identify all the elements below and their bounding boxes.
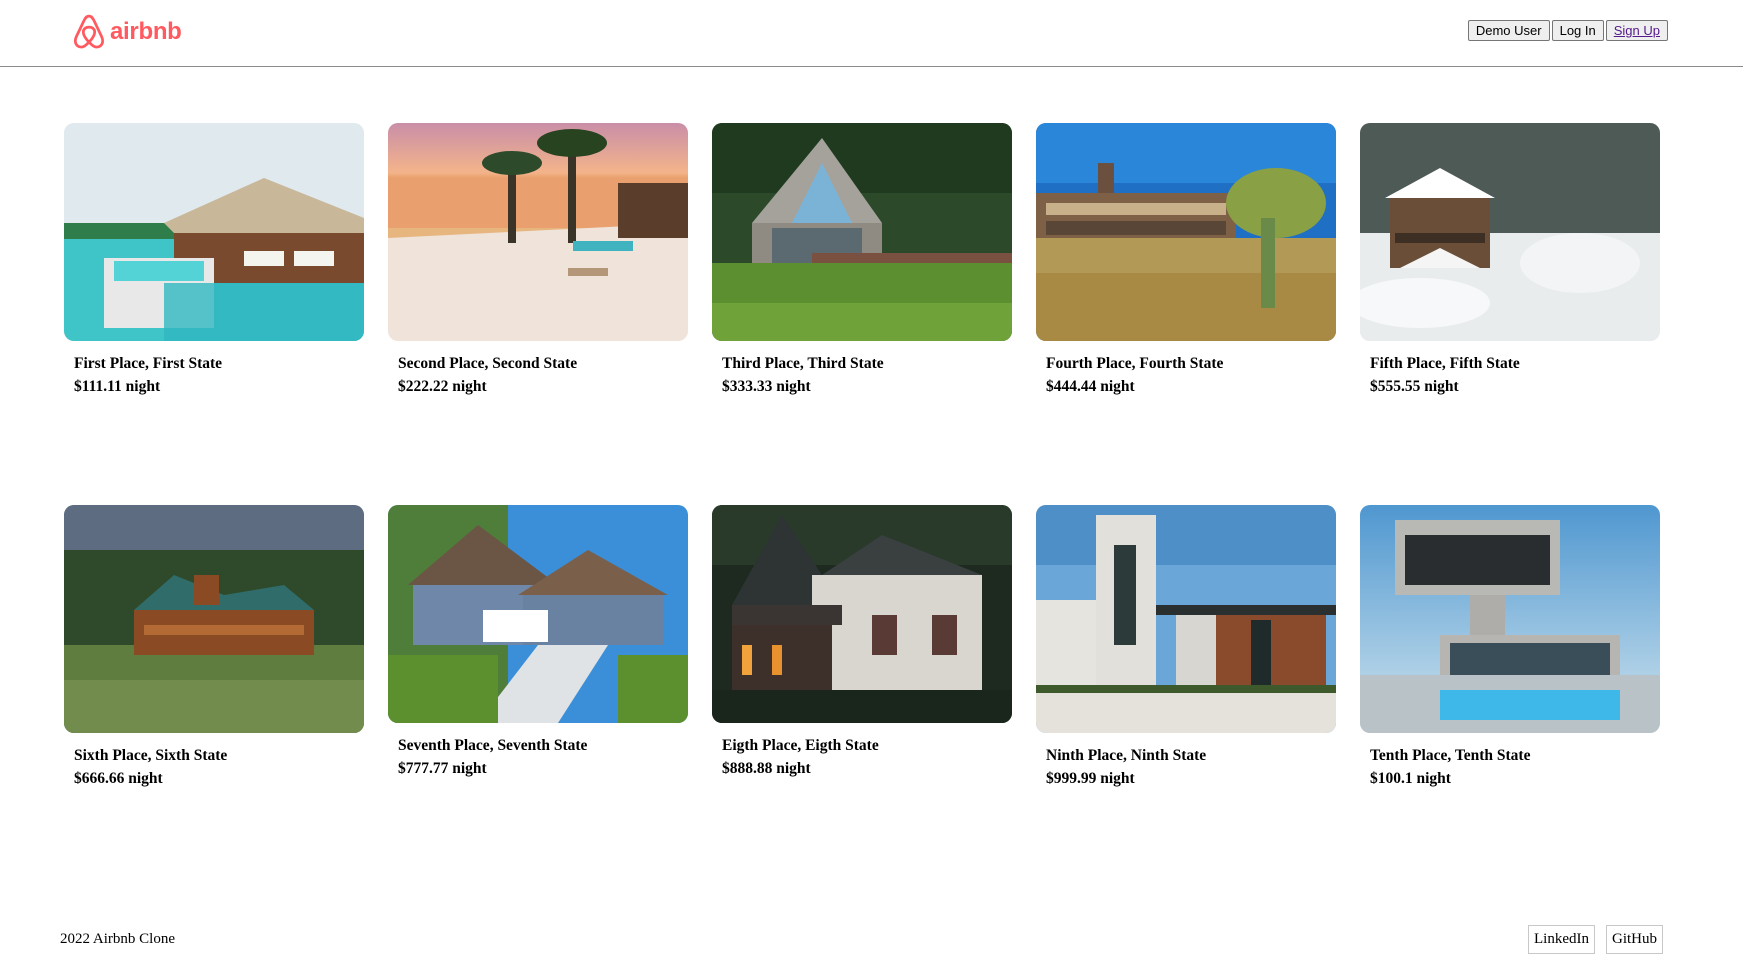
listing-price: $333.33 night (722, 378, 811, 395)
listing-card[interactable]: Ninth Place, Ninth State $999.99 night (1036, 505, 1336, 790)
listing-card[interactable]: Tenth Place, Tenth State $100.1 night (1360, 505, 1660, 790)
listing-photo (1036, 123, 1336, 341)
footer-copyright: 2022 Airbnb Clone (60, 931, 175, 947)
listing-title: Tenth Place, Tenth State (1370, 747, 1531, 764)
listing-photo (1036, 505, 1336, 733)
github-button[interactable]: GitHub (1606, 925, 1663, 954)
log-in-button[interactable]: Log In (1551, 20, 1604, 41)
listing-photo (64, 505, 364, 733)
listing-card[interactable]: Seventh Place, Seventh State $777.77 nig… (388, 505, 688, 780)
listing-card[interactable]: Second Place, Second State $222.22 night (388, 123, 688, 398)
listing-card[interactable]: Sixth Place, Sixth State $666.66 night (64, 505, 364, 790)
listing-title: Ninth Place, Ninth State (1046, 747, 1207, 764)
listing-title: Second Place, Second State (398, 355, 578, 372)
listing-title: Eigth Place, Eigth State (722, 737, 879, 754)
listing-photo (712, 505, 1012, 723)
auth-buttons: Demo User Log In Sign Up (1467, 20, 1668, 41)
listing-price: $666.66 night (74, 770, 163, 787)
logo-text: airbnb (110, 18, 182, 45)
listing-photo (1360, 123, 1660, 341)
listing-photo (388, 505, 688, 723)
listing-title: Sixth Place, Sixth State (74, 747, 228, 764)
listing-price: $111.11 night (74, 378, 161, 395)
listing-price: $999.99 night (1046, 770, 1135, 787)
linkedin-button[interactable]: LinkedIn (1528, 925, 1595, 954)
sign-up-button[interactable]: Sign Up (1605, 20, 1668, 41)
footer-links: LinkedIn GitHub (1528, 925, 1663, 954)
listing-card[interactable]: Fourth Place, Fourth State $444.44 night (1036, 123, 1336, 398)
listing-title: Fifth Place, Fifth State (1370, 355, 1520, 372)
listing-card[interactable]: Eigth Place, Eigth State $888.88 night (712, 505, 1012, 780)
listing-photo (712, 123, 1012, 341)
listing-card[interactable]: Third Place, Third State $333.33 night (712, 123, 1012, 398)
listing-title: Fourth Place, Fourth State (1046, 355, 1224, 372)
listing-card[interactable]: First Place, First State $111.11 night (64, 123, 364, 398)
header: airbnb Demo User Log In Sign Up (0, 0, 1743, 67)
listing-title: Seventh Place, Seventh State (398, 737, 588, 754)
listing-price: $444.44 night (1046, 378, 1135, 395)
demo-user-button[interactable]: Demo User (1467, 20, 1550, 41)
listing-price: $100.1 night (1370, 770, 1451, 787)
listing-title: Third Place, Third State (722, 355, 884, 372)
listing-photo (1360, 505, 1660, 733)
listing-title: First Place, First State (74, 355, 223, 372)
listing-photo (64, 123, 364, 341)
listing-price: $555.55 night (1370, 378, 1459, 395)
listing-card[interactable]: Fifth Place, Fifth State $555.55 night (1360, 123, 1660, 398)
listing-price: $888.88 night (722, 760, 811, 777)
airbnb-belo-icon (73, 14, 105, 49)
listing-photo (388, 123, 688, 341)
listing-price: $222.22 night (398, 378, 487, 395)
listing-price: $777.77 night (398, 760, 487, 777)
airbnb-logo[interactable]: airbnb (72, 14, 182, 50)
